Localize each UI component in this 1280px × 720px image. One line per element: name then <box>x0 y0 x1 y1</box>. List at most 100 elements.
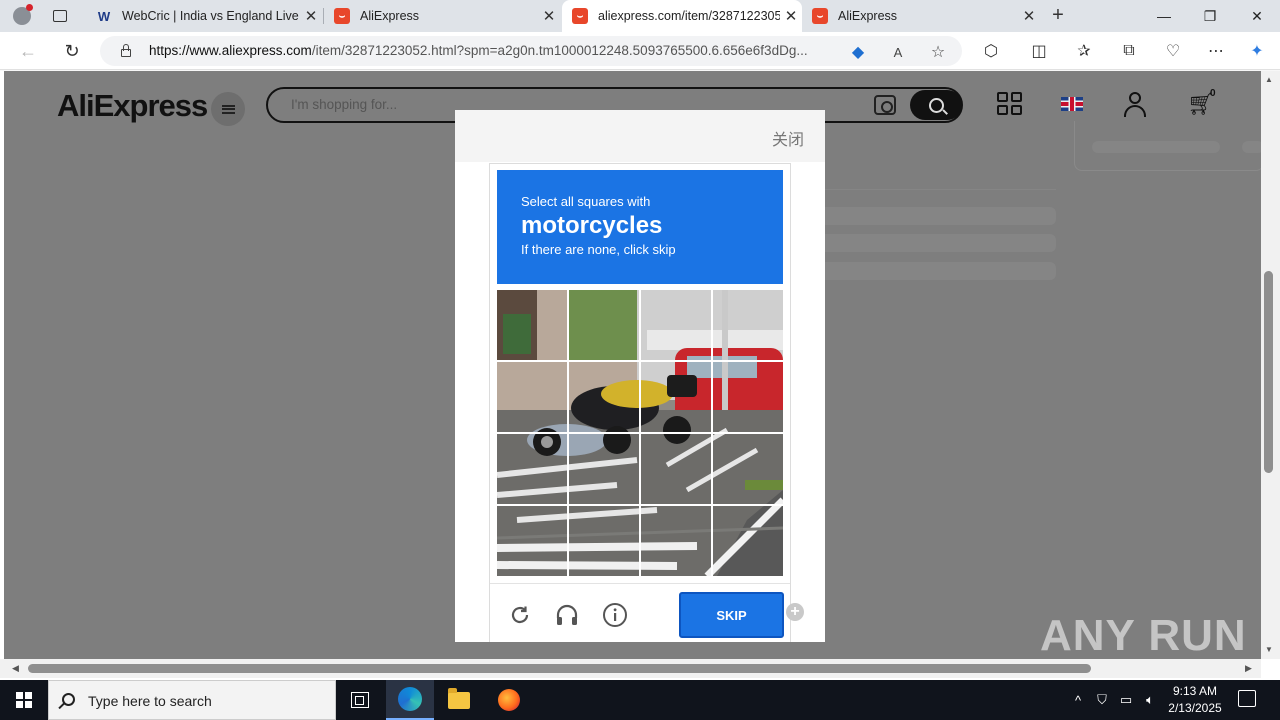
close-tab-icon[interactable]: ✕ <box>538 7 560 25</box>
split-screen-icon[interactable]: ◫ <box>1027 40 1051 62</box>
captcha-tile[interactable] <box>497 290 567 360</box>
account-icon[interactable] <box>1123 91 1147 117</box>
prompt-instruction: Select all squares with <box>521 194 651 209</box>
scroll-up-icon[interactable]: ▲ <box>1265 75 1273 84</box>
taskbar-search-input[interactable]: Type here to search <box>88 693 212 709</box>
tab-aliexpress-item[interactable]: ⌣ aliexpress.com/item/3287122305 ✕ <box>562 0 802 32</box>
prompt-hint: If there are none, click skip <box>521 242 676 257</box>
close-window-button[interactable]: ✕ <box>1234 0 1280 32</box>
tab-aliexpress-2[interactable]: ⌣ AliExpress ✕ <box>802 0 1040 32</box>
captcha-tile[interactable] <box>497 362 567 432</box>
collections-icon[interactable]: ⧉ <box>1117 40 1141 62</box>
security-icon[interactable]: ⛉ <box>1092 680 1112 720</box>
more-menu-icon[interactable]: ⋯ <box>1204 40 1228 62</box>
captcha-tile[interactable] <box>569 434 639 504</box>
plus-badge-icon[interactable]: + <box>786 603 804 621</box>
captcha-tile[interactable] <box>641 434 711 504</box>
refresh-icon[interactable]: ↻ <box>59 39 85 63</box>
aliexpress-icon: ⌣ <box>812 8 828 24</box>
captcha-tile[interactable] <box>641 290 711 360</box>
close-tab-icon[interactable]: ✕ <box>1018 7 1040 25</box>
tab-title: WebCric | India vs England Live C <box>122 9 300 23</box>
lock-icon[interactable] <box>118 42 134 60</box>
taskbar-search[interactable]: Type here to search <box>48 680 336 720</box>
captcha-tile[interactable] <box>497 434 567 504</box>
captcha-modal: 关闭 Select all squares with motorcycles I… <box>455 110 825 642</box>
scroll-right-icon[interactable]: ▶ <box>1245 663 1252 674</box>
uk-flag-icon[interactable] <box>1061 97 1083 111</box>
start-button[interactable] <box>0 680 48 720</box>
captcha-tile[interactable] <box>713 290 783 360</box>
address-bar[interactable]: https://www.aliexpress.com/item/32871223… <box>100 36 962 66</box>
tab-actions-icon[interactable] <box>46 6 74 26</box>
chevron-up-icon[interactable]: ^ <box>1068 680 1088 720</box>
folder-icon <box>448 687 470 709</box>
url-text[interactable]: https://www.aliexpress.com/item/32871223… <box>149 43 839 58</box>
copilot-icon[interactable]: ✦ <box>1245 40 1269 62</box>
captcha-modal-header: 关闭 <box>455 110 825 162</box>
skip-button[interactable]: SKIP <box>679 592 784 638</box>
system-clock[interactable]: 9:13 AM 2/13/2025 <box>1160 683 1230 717</box>
image-search-icon[interactable] <box>874 95 896 115</box>
network-icon[interactable]: ▭ <box>1116 680 1136 720</box>
extensions-icon[interactable]: ⬡ <box>979 40 1003 62</box>
profile-icon[interactable] <box>8 4 36 28</box>
task-view-button[interactable] <box>336 680 384 720</box>
captcha-image-grid <box>497 290 783 576</box>
horizontal-scroll-thumb[interactable] <box>28 664 1091 673</box>
captcha-tile[interactable] <box>713 506 783 576</box>
browser-essentials-icon[interactable]: ♡ <box>1161 40 1185 62</box>
search-input[interactable]: I'm shopping for... <box>291 97 397 112</box>
read-aloud-icon[interactable]: A <box>887 41 909 63</box>
shopping-tag-icon[interactable]: ◆ <box>847 41 869 63</box>
firefox-button[interactable] <box>485 680 533 720</box>
captcha-tile[interactable] <box>497 506 567 576</box>
captcha-tile[interactable] <box>641 506 711 576</box>
favorites-icon[interactable]: ✰ <box>1072 40 1096 62</box>
close-button[interactable]: 关闭 <box>772 126 804 150</box>
captcha-tile[interactable] <box>569 290 639 360</box>
captcha-tile[interactable] <box>569 506 639 576</box>
clock-time: 9:13 AM <box>1172 684 1218 698</box>
captcha-footer: SKIP <box>490 583 790 643</box>
edge-taskbar-button[interactable] <box>386 680 434 720</box>
audio-challenge-icon[interactable] <box>554 602 580 628</box>
menu-icon[interactable] <box>211 92 245 126</box>
tab-title: AliExpress <box>838 9 898 23</box>
qr-code-icon[interactable] <box>997 92 1024 117</box>
vertical-scrollbar[interactable]: ▲ ▼ <box>1261 71 1280 659</box>
captcha-tile[interactable] <box>713 434 783 504</box>
prompt-target: motorcycles <box>521 212 663 239</box>
file-explorer-button[interactable] <box>435 680 483 720</box>
scroll-left-icon[interactable]: ◀ <box>12 663 19 674</box>
minimize-button[interactable]: — <box>1141 0 1187 32</box>
vertical-scroll-thumb[interactable] <box>1264 271 1273 473</box>
aliexpress-logo[interactable]: AliExpress <box>57 88 208 124</box>
volume-icon[interactable]: 🔈︎ <box>1140 680 1160 720</box>
new-tab-button[interactable]: + <box>1046 4 1070 28</box>
tab-aliexpress-1[interactable]: ⌣ AliExpress ✕ <box>324 0 560 32</box>
notifications-icon[interactable] <box>1238 690 1256 707</box>
webcric-icon: W <box>97 8 111 24</box>
captcha-tile[interactable] <box>641 362 711 432</box>
skeleton-bar <box>794 234 1056 252</box>
close-tab-icon[interactable]: ✕ <box>780 7 802 25</box>
aliexpress-icon: ⌣ <box>334 8 350 24</box>
cart-count-badge: 0 <box>1210 88 1216 99</box>
close-tab-icon[interactable]: ✕ <box>300 7 322 25</box>
search-button[interactable] <box>910 90 962 120</box>
back-arrow-icon[interactable]: ← <box>15 39 41 63</box>
refresh-challenge-icon[interactable] <box>507 602 533 628</box>
restore-button[interactable]: ❐ <box>1187 0 1233 32</box>
captcha-tile[interactable] <box>569 362 639 432</box>
skeleton-bar <box>1092 141 1220 153</box>
tab-webcric[interactable]: W WebCric | India vs England Live C ✕ <box>86 0 322 32</box>
horizontal-scrollbar[interactable]: ◀ ▶ <box>0 659 1261 678</box>
windows-taskbar: Type here to search ^ ⛉ ▭ 🔈︎ 9:13 AM 2/1… <box>0 680 1280 720</box>
favorite-star-icon[interactable]: ☆ <box>927 41 949 63</box>
captcha-tile[interactable] <box>713 362 783 432</box>
firefox-icon <box>498 689 520 711</box>
scroll-down-icon[interactable]: ▼ <box>1265 645 1273 654</box>
info-icon[interactable] <box>602 602 628 628</box>
windows-logo-icon <box>16 692 32 708</box>
